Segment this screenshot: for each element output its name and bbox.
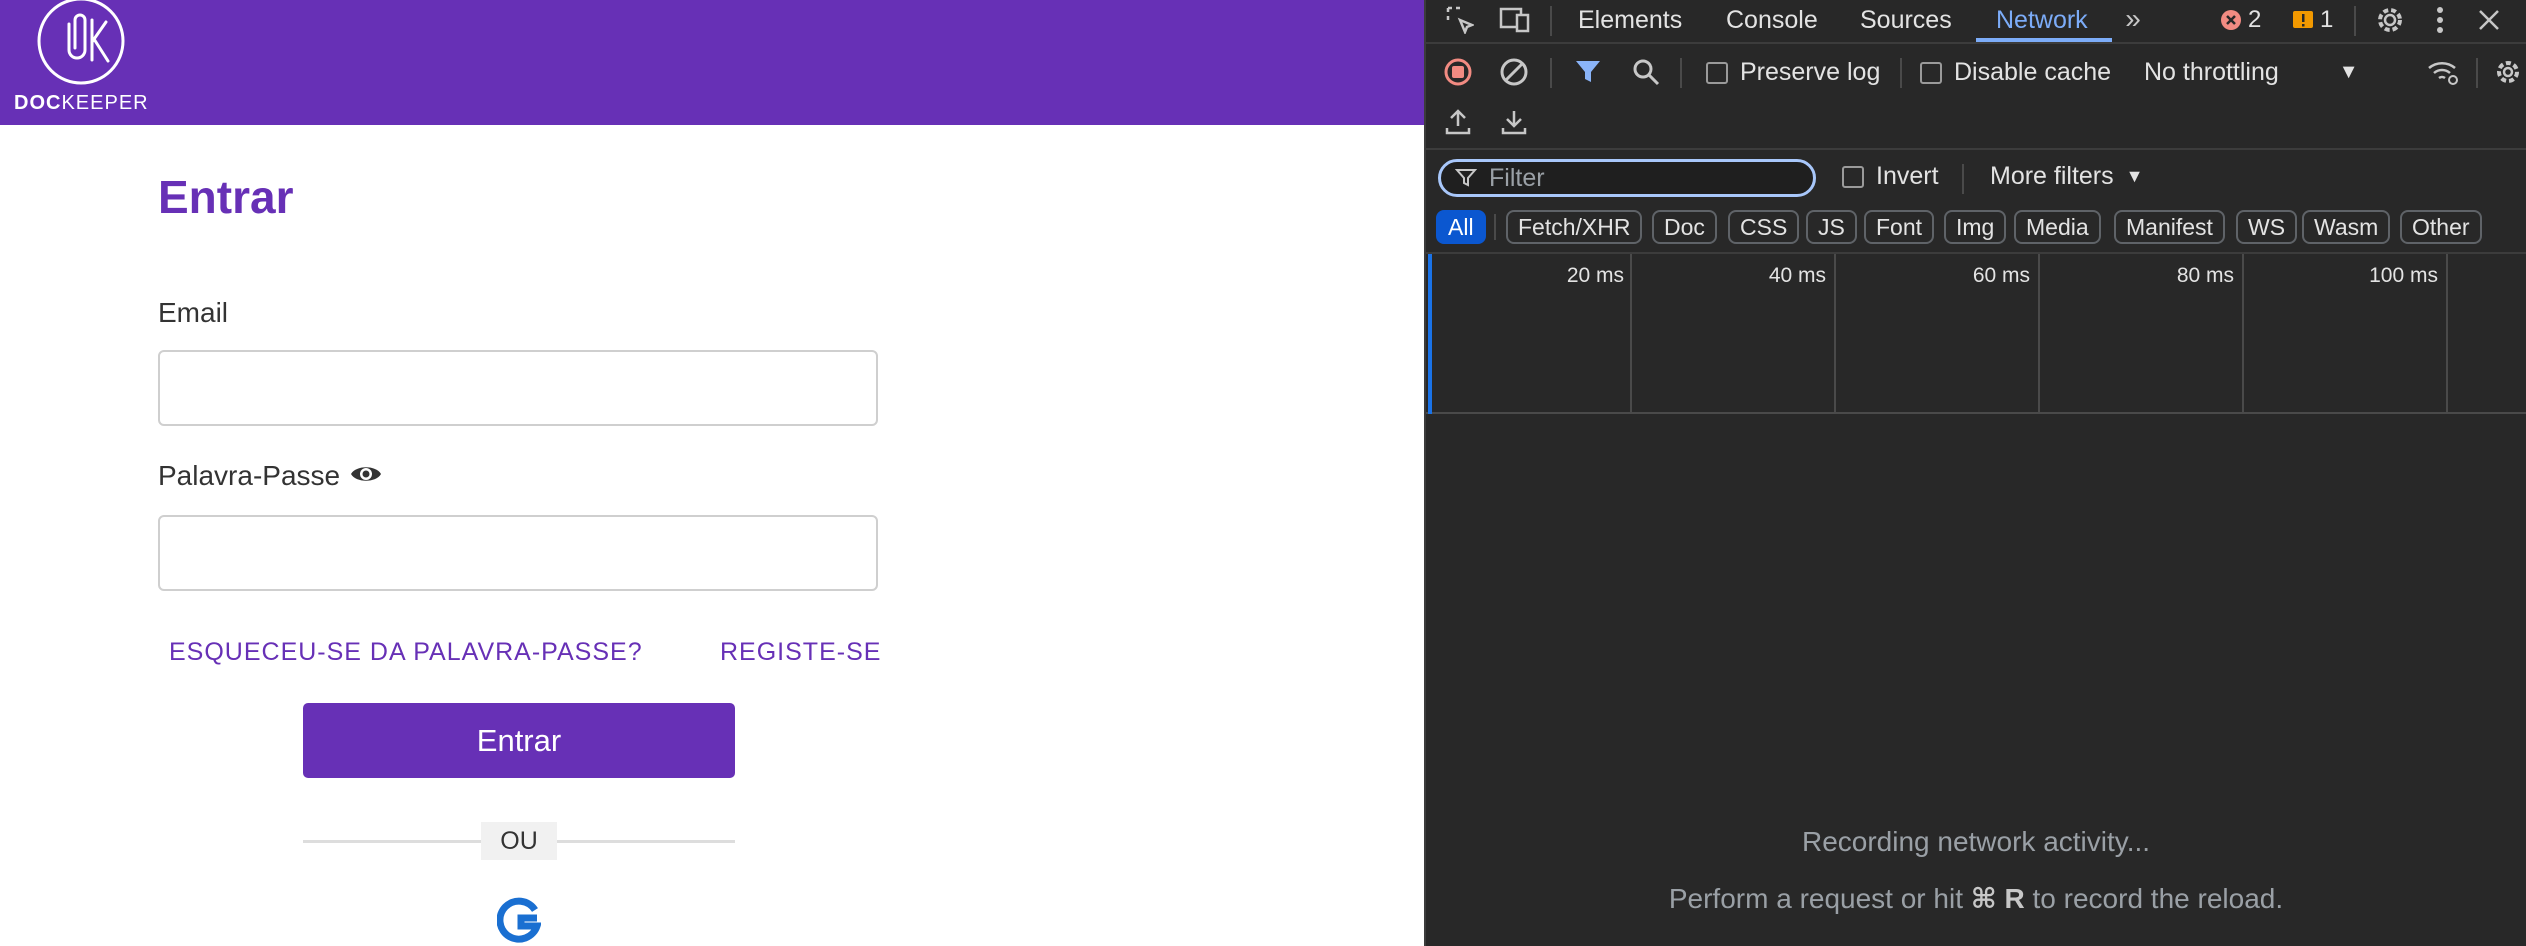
error-icon	[2221, 10, 2241, 30]
tab-console[interactable]: Console	[1726, 6, 1818, 35]
type-filter-media[interactable]: Media	[2014, 210, 2101, 244]
timeline-tick-label: 40 ms	[1768, 264, 1826, 287]
timeline-tick-label: 20 ms	[1566, 264, 1624, 287]
hint-prefix: Perform a request or hit	[1668, 883, 1963, 914]
network-settings-gear-icon[interactable]	[2492, 56, 2524, 88]
google-g-icon	[496, 897, 542, 943]
filter-placeholder: Filter	[1489, 163, 1545, 192]
filter-funnel-small-icon	[1455, 169, 1477, 187]
page-title: Entrar	[158, 171, 294, 223]
app-viewport: DOCKEEPER Entrar Email Palavra-Passe ESQ…	[0, 0, 1424, 946]
timeline-tick-label: 60 ms	[1972, 264, 2030, 287]
filter-row: Filter Invert More filters ▼	[1426, 152, 2526, 204]
settings-gear-icon[interactable]	[2374, 4, 2406, 36]
tab-elements[interactable]: Elements	[1578, 6, 1682, 35]
timeline-gridline	[1834, 254, 1836, 414]
disable-cache-box[interactable]	[1920, 61, 1942, 84]
type-filter-all[interactable]: All	[1436, 210, 1486, 244]
recording-status-message: Recording network activity...	[1801, 826, 2151, 857]
warning-count: 1	[2320, 6, 2334, 33]
device-toolbar-icon[interactable]	[1498, 4, 1532, 36]
tab-network[interactable]: Network	[1996, 6, 2088, 35]
throttling-select[interactable]: No throttling ▼	[2144, 58, 2359, 87]
forgot-password-link[interactable]: ESQUECEU-SE DA PALAVRA-PASSE?	[169, 638, 643, 667]
devtools-panel: Elements Console Sources Network » 2 1 P…	[1424, 0, 2526, 946]
timeline-tick-label: 80 ms	[2176, 264, 2234, 287]
password-field[interactable]	[158, 515, 878, 591]
kebab-menu-icon[interactable]	[2428, 4, 2452, 36]
tab-sources[interactable]: Sources	[1860, 6, 1952, 35]
dockeeper-logo-mark-icon	[37, 0, 125, 85]
export-har-download-icon[interactable]	[1498, 106, 1530, 138]
dropdown-triangle-icon: ▼	[2125, 166, 2144, 186]
preserve-log-label: Preserve log	[1740, 58, 1881, 86]
email-label: Email	[158, 297, 229, 328]
type-filter-ws[interactable]: WS	[2236, 210, 2298, 244]
type-filter-font[interactable]: Font	[1864, 210, 1935, 244]
password-label-row: Palavra-Passe	[158, 460, 382, 492]
hint-suffix: to record the reload.	[2032, 883, 2284, 914]
type-filter-other[interactable]: Other	[2400, 210, 2482, 244]
timeline-gridline	[2242, 254, 2244, 414]
devtools-tabbar: Elements Console Sources Network » 2 1	[1426, 0, 2526, 44]
reload-shortcut: ⌘ R	[1970, 883, 2025, 914]
type-filter-manifest[interactable]: Manifest	[2114, 210, 2225, 244]
type-filter-js[interactable]: JS	[1806, 210, 1857, 244]
email-field[interactable]	[158, 350, 878, 426]
error-count: 2	[2248, 6, 2262, 33]
invert-box[interactable]	[1842, 165, 1864, 188]
warning-count-badge[interactable]: 1	[2292, 6, 2333, 34]
record-reload-hint: Perform a request or hit ⌘ R to record t…	[1426, 882, 2526, 915]
disable-cache-checkbox[interactable]: Disable cache	[1920, 58, 2111, 87]
show-password-eye-icon[interactable]	[350, 460, 382, 492]
resource-type-filters: All Fetch/XHR Doc CSS JS Font Img Media …	[1426, 206, 2526, 250]
error-count-badge[interactable]: 2	[2220, 6, 2261, 34]
filter-funnel-icon[interactable]	[1572, 56, 1604, 88]
type-filter-css[interactable]: CSS	[1728, 210, 1800, 244]
network-timeline-overview[interactable]: 20 ms 40 ms 60 ms 80 ms 100 ms	[1426, 252, 2526, 414]
preserve-log-checkbox[interactable]: Preserve log	[1706, 58, 1880, 87]
preserve-log-box[interactable]	[1706, 61, 1728, 84]
or-divider-text: OU	[481, 822, 557, 860]
throttling-value: No throttling	[2144, 58, 2279, 86]
logo-wordmark: DOCKEEPER	[14, 92, 149, 114]
more-filters-label: More filters	[1990, 162, 2114, 190]
timeline-gridline	[1630, 254, 1632, 414]
active-tab-indicator	[1976, 38, 2112, 42]
invert-checkbox[interactable]: Invert	[1842, 162, 1939, 191]
import-har-upload-icon[interactable]	[1442, 106, 1474, 138]
warning-icon	[2293, 11, 2313, 28]
type-filter-doc[interactable]: Doc	[1652, 210, 1717, 244]
register-link[interactable]: REGISTE-SE	[720, 638, 881, 667]
timeline-tick-label: 100 ms	[2369, 264, 2438, 287]
timeline-gridline	[2446, 254, 2448, 414]
type-filter-fetch-xhr[interactable]: Fetch/XHR	[1506, 210, 1643, 244]
inspect-element-icon[interactable]	[1444, 4, 1476, 36]
login-submit-button[interactable]: Entrar	[303, 703, 735, 778]
clear-log-icon[interactable]	[1498, 56, 1530, 88]
more-filters-dropdown[interactable]: More filters ▼	[1990, 162, 2143, 191]
type-filter-wasm[interactable]: Wasm	[2302, 210, 2391, 244]
filter-input[interactable]: Filter	[1438, 159, 1816, 197]
stop-recording-icon[interactable]	[1442, 56, 1474, 88]
password-label: Palavra-Passe	[158, 460, 341, 491]
close-devtools-icon[interactable]	[2474, 4, 2504, 36]
invert-label: Invert	[1876, 162, 1939, 190]
dropdown-triangle-icon: ▼	[2338, 61, 2359, 83]
type-filter-img[interactable]: Img	[1944, 210, 2007, 244]
more-tabs-chevron-icon[interactable]: »	[2118, 3, 2148, 34]
google-login-button[interactable]	[496, 896, 542, 946]
import-export-toolbar	[1426, 96, 2526, 150]
search-icon[interactable]	[1630, 56, 1662, 88]
network-conditions-wifi-icon[interactable]	[2426, 56, 2460, 88]
dockeeper-logo[interactable]: DOCKEEPER	[14, 0, 149, 120]
app-header: DOCKEEPER	[0, 0, 1424, 125]
timeline-gridline	[2038, 254, 2040, 414]
disable-cache-label: Disable cache	[1954, 58, 2112, 86]
timeline-cursor[interactable]	[1428, 254, 1432, 414]
